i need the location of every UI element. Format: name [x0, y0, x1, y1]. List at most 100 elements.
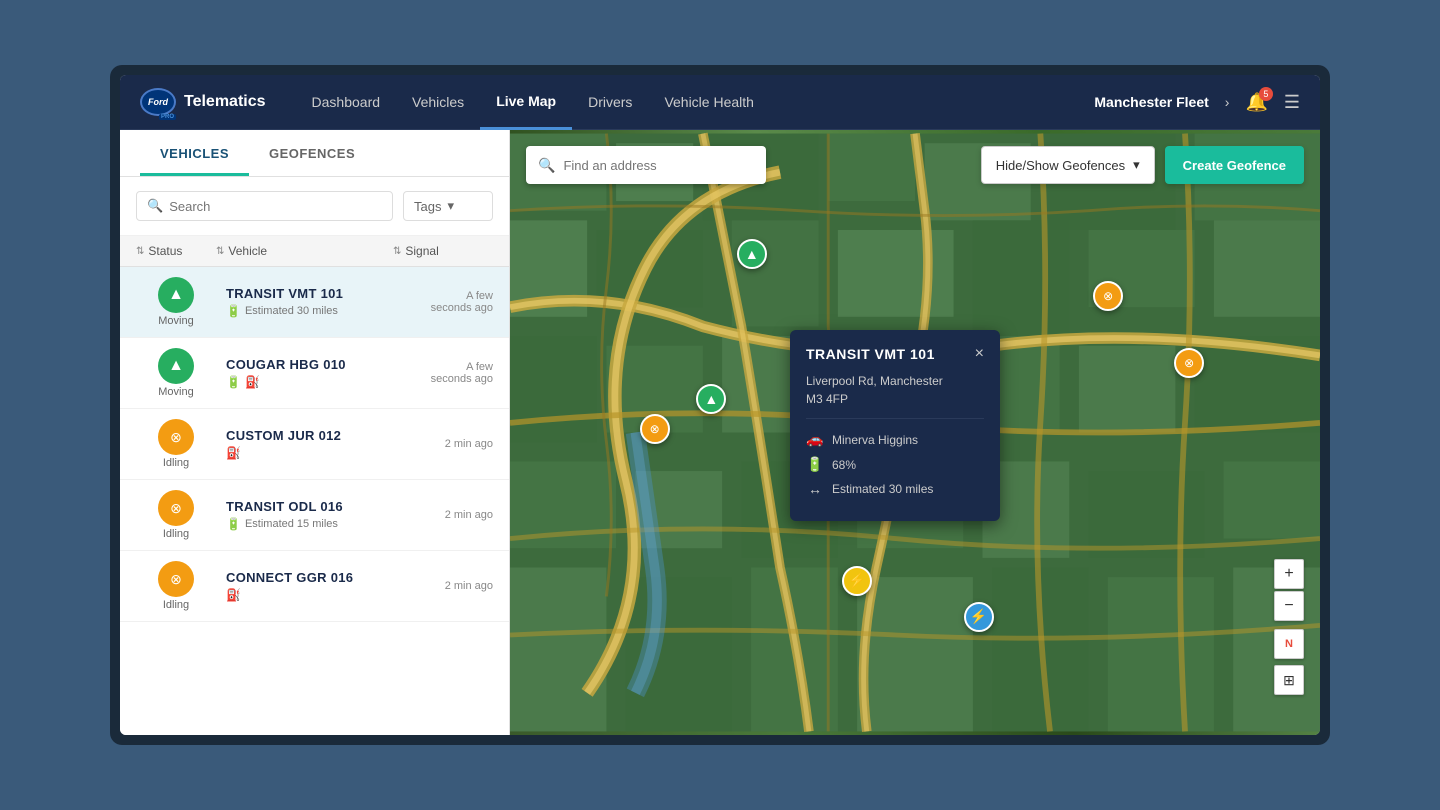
notification-bell[interactable]: 🔔 5: [1245, 92, 1267, 113]
vehicle-row[interactable]: ▲ Moving COUGAR HBG 010 🔋 ⛽ A fewseconds…: [120, 338, 509, 409]
vehicle-row[interactable]: ⊗ Idling TRANSIT ODL 016 🔋 Estimated 15 …: [120, 480, 509, 551]
battery-icon: 🔋: [806, 456, 824, 473]
vehicle-status-col: ⊗ Idling: [136, 490, 216, 540]
tab-geofences[interactable]: GEOFENCES: [249, 130, 375, 176]
fuel-icon: ⛽: [226, 588, 241, 602]
vehicle-range: Estimated 30 miles: [245, 305, 338, 317]
popup-close-button[interactable]: ×: [975, 346, 984, 362]
col-header-signal[interactable]: ⇅ Signal: [393, 244, 493, 258]
address-search-input[interactable]: [563, 158, 743, 173]
map-marker-moving[interactable]: ▲: [737, 239, 767, 269]
map-search-icon: 🔍: [538, 157, 555, 174]
vehicle-info-col: COUGAR HBG 010 🔋 ⛽: [216, 357, 393, 389]
map-marker-charging-yellow[interactable]: ⚡: [842, 566, 872, 596]
vehicle-info-col: TRANSIT VMT 101 🔋 Estimated 30 miles: [216, 286, 393, 318]
table-header: ⇅ Status ⇅ Vehicle ⇅ Signal: [120, 236, 509, 267]
vehicle-status-col: ▲ Moving: [136, 348, 216, 398]
create-geofence-button[interactable]: Create Geofence: [1165, 146, 1304, 184]
idling-icon: ⊗: [158, 561, 194, 597]
layers-icon: ⊞: [1283, 672, 1295, 689]
popup-header: TRANSIT VMT 101 ×: [806, 346, 984, 362]
vehicle-detail: ⛽: [226, 446, 393, 460]
nav-dashboard[interactable]: Dashboard: [296, 75, 397, 130]
map-marker-charging[interactable]: ⚡: [964, 602, 994, 632]
map-area[interactable]: 🔍 Hide/Show Geofences ▾ Create Geofence …: [510, 130, 1320, 735]
header: Ford Telematics Dashboard Vehicles Live …: [120, 75, 1320, 130]
address-search-box: 🔍: [526, 146, 766, 184]
idling-marker-icon: ⊗: [640, 414, 670, 444]
chevron-down-icon: ▾: [1133, 157, 1140, 173]
geofence-toggle-label: Hide/Show Geofences: [996, 158, 1125, 173]
sidebar-tabs: VEHICLES GEOFENCES: [120, 130, 509, 177]
moving-icon: ▲: [158, 348, 194, 384]
screen: Ford Telematics Dashboard Vehicles Live …: [120, 75, 1320, 735]
sidebar: VEHICLES GEOFENCES 🔍 Tags ▾ ⇅: [120, 130, 510, 735]
map-toolbar: 🔍 Hide/Show Geofences ▾ Create Geofence: [526, 146, 1304, 184]
charging-yellow-marker-icon: ⚡: [842, 566, 872, 596]
moving-marker-icon: ▲: [696, 384, 726, 414]
layers-button[interactable]: ⊞: [1274, 665, 1304, 695]
popup-battery: 68%: [832, 458, 856, 472]
fuel-icon: ⛽: [245, 375, 260, 389]
popup-address: Liverpool Rd, Manchester M3 4FP: [806, 372, 984, 419]
tags-label: Tags: [414, 199, 441, 214]
map-marker-idling[interactable]: ⊗: [1093, 281, 1123, 311]
vehicle-name: TRANSIT ODL 016: [226, 499, 393, 514]
nav-vehicle-health[interactable]: Vehicle Health: [648, 75, 770, 130]
status-label: Idling: [163, 528, 189, 540]
vehicle-status-col: ⊗ Idling: [136, 561, 216, 611]
zoom-in-button[interactable]: +: [1274, 559, 1304, 589]
signal-col: 2 min ago: [393, 580, 493, 592]
ford-logo-icon: Ford: [140, 88, 176, 116]
battery-icon: 🔋: [226, 375, 241, 389]
status-label: Moving: [158, 386, 193, 398]
col-header-status[interactable]: ⇅ Status: [136, 244, 216, 258]
charging-marker-icon: ⚡: [964, 602, 994, 632]
chevron-right-icon[interactable]: ›: [1225, 94, 1230, 110]
search-input-wrap: 🔍: [136, 191, 393, 221]
nav-vehicles[interactable]: Vehicles: [396, 75, 480, 130]
popup-driver: Minerva Higgins: [832, 433, 918, 447]
fleet-name: Manchester Fleet: [1094, 94, 1208, 110]
status-label: Idling: [163, 599, 189, 611]
search-input[interactable]: [169, 199, 382, 214]
vehicle-popup: TRANSIT VMT 101 × Liverpool Rd, Manchest…: [790, 330, 1000, 521]
nav-live-map[interactable]: Live Map: [480, 75, 572, 130]
logo-area: Ford Telematics: [140, 88, 266, 116]
tab-vehicles[interactable]: VEHICLES: [140, 130, 249, 176]
vehicle-info-col: CUSTOM JUR 012 ⛽: [216, 428, 393, 460]
tags-chevron-icon: ▾: [447, 198, 454, 214]
popup-range: Estimated 30 miles: [832, 482, 933, 496]
vehicle-name: CUSTOM JUR 012: [226, 428, 393, 443]
vehicle-detail: ⛽: [226, 588, 393, 602]
signal-col: 2 min ago: [393, 509, 493, 521]
vehicle-status-col: ⊗ Idling: [136, 419, 216, 469]
vehicle-detail: 🔋 ⛽: [226, 375, 393, 389]
map-marker-idling[interactable]: ⊗: [1174, 348, 1204, 378]
hamburger-icon[interactable]: ☰: [1284, 92, 1300, 113]
map-toolbar-right: Hide/Show Geofences ▾ Create Geofence: [981, 146, 1304, 184]
signal-col: A fewseconds ago: [393, 290, 493, 314]
zoom-out-button[interactable]: −: [1274, 591, 1304, 621]
popup-address-line1: Liverpool Rd, Manchester: [806, 374, 943, 388]
vehicle-row[interactable]: ▲ Moving TRANSIT VMT 101 🔋 Estimated 30 …: [120, 267, 509, 338]
vehicle-row[interactable]: ⊗ Idling CUSTOM JUR 012 ⛽ 2 min ago: [120, 409, 509, 480]
battery-icon: 🔋: [226, 517, 241, 531]
vehicle-status-col: ▲ Moving: [136, 277, 216, 327]
tags-select[interactable]: Tags ▾: [403, 191, 493, 221]
sort-icon-signal: ⇅: [393, 246, 401, 257]
nav-drivers[interactable]: Drivers: [572, 75, 648, 130]
idling-marker-icon: ⊗: [1174, 348, 1204, 378]
status-label: Idling: [163, 457, 189, 469]
map-marker-moving[interactable]: ▲: [696, 384, 726, 414]
signal-col: 2 min ago: [393, 438, 493, 450]
sort-icon-status: ⇅: [136, 246, 144, 257]
signal-col: A fewseconds ago: [393, 361, 493, 385]
compass-button[interactable]: N: [1274, 629, 1304, 659]
col-header-vehicle[interactable]: ⇅ Vehicle: [216, 244, 393, 258]
idling-icon: ⊗: [158, 490, 194, 526]
vehicle-row[interactable]: ⊗ Idling CONNECT GGR 016 ⛽ 2 min ago: [120, 551, 509, 622]
geofence-toggle-button[interactable]: Hide/Show Geofences ▾: [981, 146, 1155, 184]
map-marker-idling[interactable]: ⊗: [640, 414, 670, 444]
driver-icon: 🚗: [806, 431, 824, 448]
